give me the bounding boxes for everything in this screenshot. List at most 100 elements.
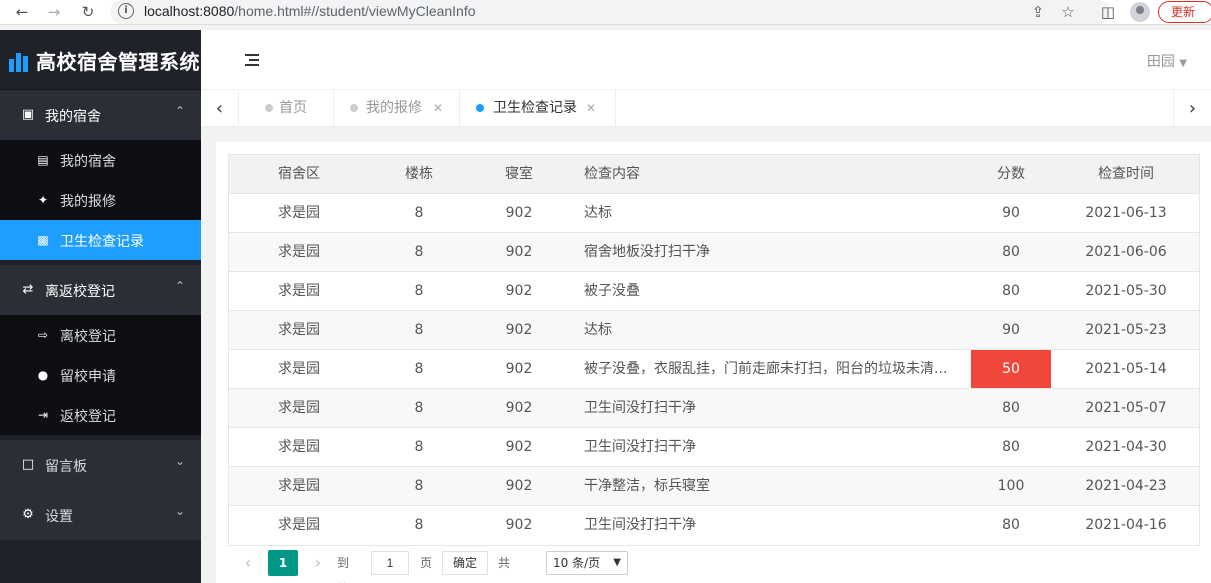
tab-scroll-right-icon[interactable]: › xyxy=(1173,90,1211,127)
sidebar-item-label: 留校申请 xyxy=(60,369,116,385)
page-current[interactable]: 1 xyxy=(268,550,298,576)
sidebar-item-clean-records[interactable]: ▩ 卫生检查记录 xyxy=(0,220,201,260)
table-row: 求是园 8 902 宿舍地板没打扫干净 80 2021-06-06 xyxy=(229,233,1199,272)
chevron-down-icon: ⌄ xyxy=(174,504,185,518)
chevron-up-icon: ⌃ xyxy=(174,104,185,118)
table-cell: 干净整洁，标兵寝室 xyxy=(584,478,710,494)
table-row: 求是园 8 902 干净整洁，标兵寝室 100 2021-04-23 xyxy=(229,467,1199,506)
info-icon[interactable]: i xyxy=(118,3,134,19)
tab-home[interactable]: 首页 xyxy=(239,90,334,127)
tab-my-repair[interactable]: 我的报修 ✕ xyxy=(334,90,460,127)
table-cell: 902 xyxy=(505,439,533,455)
sidebar-item-return-register[interactable]: ⇥ 返校登记 xyxy=(0,395,201,435)
menu-label: 我的宿舍 xyxy=(45,109,101,125)
wrench-icon: ✦ xyxy=(37,193,49,207)
goto-confirm-button[interactable]: 确定 xyxy=(442,551,488,575)
sidepanel-icon[interactable]: ◫ xyxy=(1098,2,1118,22)
table-cell: 达标 xyxy=(584,322,612,338)
table-row: 求是园 8 902 卫生间没打扫干净 80 2021-05-07 xyxy=(229,389,1199,428)
column-header: 楼栋 xyxy=(405,166,433,182)
close-icon[interactable]: ✕ xyxy=(433,90,443,127)
prev-page-icon[interactable]: ‹ xyxy=(238,550,258,576)
address-bar[interactable]: i localhost:8080/home.html#//student/vie… xyxy=(110,0,1110,24)
sidebar-item-label: 返校登记 xyxy=(60,409,116,425)
table-cell: 求是园 xyxy=(278,205,320,221)
brand: 高校宿舍管理系统 xyxy=(0,30,201,90)
column-header: 检查时间 xyxy=(1098,166,1154,182)
table-row: 求是园 8 902 被子没叠，衣服乱挂，门前走廊未打扫，阳台的垃圾未清... 50 202… xyxy=(229,350,1199,389)
sidebar-item-stay-apply[interactable]: ● 留校申请 xyxy=(0,355,201,395)
table-cell: 902 xyxy=(505,205,533,221)
star-icon[interactable]: ☆ xyxy=(1058,2,1078,22)
sidebar-item-leave-register[interactable]: ⇨ 离校登记 xyxy=(0,315,201,355)
top-header: 田园 ▼ xyxy=(201,30,1211,90)
close-icon[interactable]: ✕ xyxy=(586,90,596,127)
submenu-dorm: ▤ 我的宿舍 ✦ 我的报修 ▩ 卫生检查记录 xyxy=(0,140,201,260)
sidebar-item-my-dorm[interactable]: ▤ 我的宿舍 xyxy=(0,140,201,180)
table-cell: 被子没叠 xyxy=(584,283,640,299)
next-page-icon[interactable]: › xyxy=(308,550,328,576)
menu-head-settings[interactable]: ⚙ 设置 ⌄ xyxy=(0,490,201,540)
tab-dot xyxy=(350,104,358,112)
total-count: 共 9 条 xyxy=(498,556,511,583)
goto-page-input[interactable] xyxy=(371,551,409,575)
gear-icon: ⚙ xyxy=(22,507,34,522)
url-text: localhost:8080/home.html#//student/viewM… xyxy=(144,3,476,19)
sidebar-item-label: 卫生检查记录 xyxy=(60,234,144,250)
table-cell: 求是园 xyxy=(278,244,320,260)
menu-toggle-icon[interactable] xyxy=(245,53,261,67)
submenu-leave: ⇨ 离校登记 ● 留校申请 ⇥ 返校登记 xyxy=(0,315,201,435)
page-size-select[interactable]: 10 条/页 ▼ xyxy=(546,551,628,575)
column-header: 检查内容 xyxy=(584,166,640,182)
table-cell: 80 xyxy=(1002,439,1020,455)
clean-records-table: 宿舍区 楼栋 寝室 检查内容 分数 检查时间 求是园 8 902 达标 90 2021-0… xyxy=(228,154,1200,546)
calendar-icon: □ xyxy=(21,457,35,472)
table-cell: 8 xyxy=(414,361,424,377)
table-cell: 90 xyxy=(1002,322,1020,338)
menu-label: 留言板 xyxy=(45,459,87,475)
table-cell: 宿舍地板没打扫干净 xyxy=(584,244,710,260)
globe-icon: ● xyxy=(37,368,49,382)
app-title: 高校宿舍管理系统 xyxy=(36,50,200,74)
table-cell: 2021-05-07 xyxy=(1085,400,1167,416)
column-header: 宿舍区 xyxy=(278,166,320,182)
page-size-value: 10 条/页 xyxy=(553,556,601,570)
menu-head-dorm[interactable]: ▣ 我的宿舍 ⌃ xyxy=(0,90,201,140)
building-logo-icon xyxy=(9,53,28,72)
table-cell: 求是园 xyxy=(278,478,320,494)
table-cell: 2021-06-13 xyxy=(1085,205,1167,221)
update-button[interactable]: 更新 xyxy=(1158,1,1211,23)
table-cell: 902 xyxy=(505,478,533,494)
user-menu[interactable]: 田园 ▼ xyxy=(1147,51,1187,71)
table-cell: 求是园 xyxy=(278,439,320,455)
table-cell: 80 xyxy=(1002,517,1020,533)
reload-icon[interactable]: ↻ xyxy=(78,2,98,22)
table-cell: 求是园 xyxy=(278,400,320,416)
tab-scroll-left-icon[interactable]: ‹ xyxy=(201,90,239,127)
table-cell: 2021-05-30 xyxy=(1085,283,1167,299)
table-cell: 2021-04-30 xyxy=(1085,439,1167,455)
table-body: 求是园 8 902 达标 90 2021-06-13 求是园 8 902 宿舍地板没打扫干净 80 2… xyxy=(229,194,1199,545)
menu-head-message-board[interactable]: □ 留言板 ⌄ xyxy=(0,440,201,490)
share-icon[interactable]: ⇪ xyxy=(1028,2,1048,22)
sidebar-item-label: 离校登记 xyxy=(60,329,116,345)
tab-bar: ‹ 首页 我的报修 ✕ 卫生检查记录 ✕ › xyxy=(201,90,1211,127)
forward-arrow-icon[interactable]: → xyxy=(44,2,64,22)
menu-head-leave[interactable]: ⇄ 离返校登记 ⌃ xyxy=(0,265,201,315)
table-cell: 90 xyxy=(1002,205,1020,221)
sign-in-icon: ⇥ xyxy=(37,408,49,422)
table-cell: 求是园 xyxy=(278,517,320,533)
table-row: 求是园 8 902 卫生间没打扫干净 80 2021-04-30 xyxy=(229,428,1199,467)
menu-group-leave: ⇄ 离返校登记 ⌃ ⇨ 离校登记 ● 留校申请 ⇥ 返校登记 xyxy=(0,265,201,435)
table-cell: 8 xyxy=(414,283,424,299)
table-cell: 80 xyxy=(1002,283,1020,299)
back-arrow-icon[interactable]: ← xyxy=(12,2,32,22)
tab-clean-records[interactable]: 卫生检查记录 ✕ xyxy=(460,90,616,127)
table-cell: 卫生间没打扫干净 xyxy=(584,517,696,533)
cube-icon: ▣ xyxy=(21,107,35,122)
main-content: 宿舍区 楼栋 寝室 检查内容 分数 检查时间 求是园 8 902 达标 90 2021-0… xyxy=(216,142,1211,583)
profile-avatar[interactable] xyxy=(1130,2,1150,22)
table-cell: 80 xyxy=(1002,400,1020,416)
sidebar-item-my-repair[interactable]: ✦ 我的报修 xyxy=(0,180,201,220)
sidebar-item-label: 我的报修 xyxy=(60,194,116,210)
